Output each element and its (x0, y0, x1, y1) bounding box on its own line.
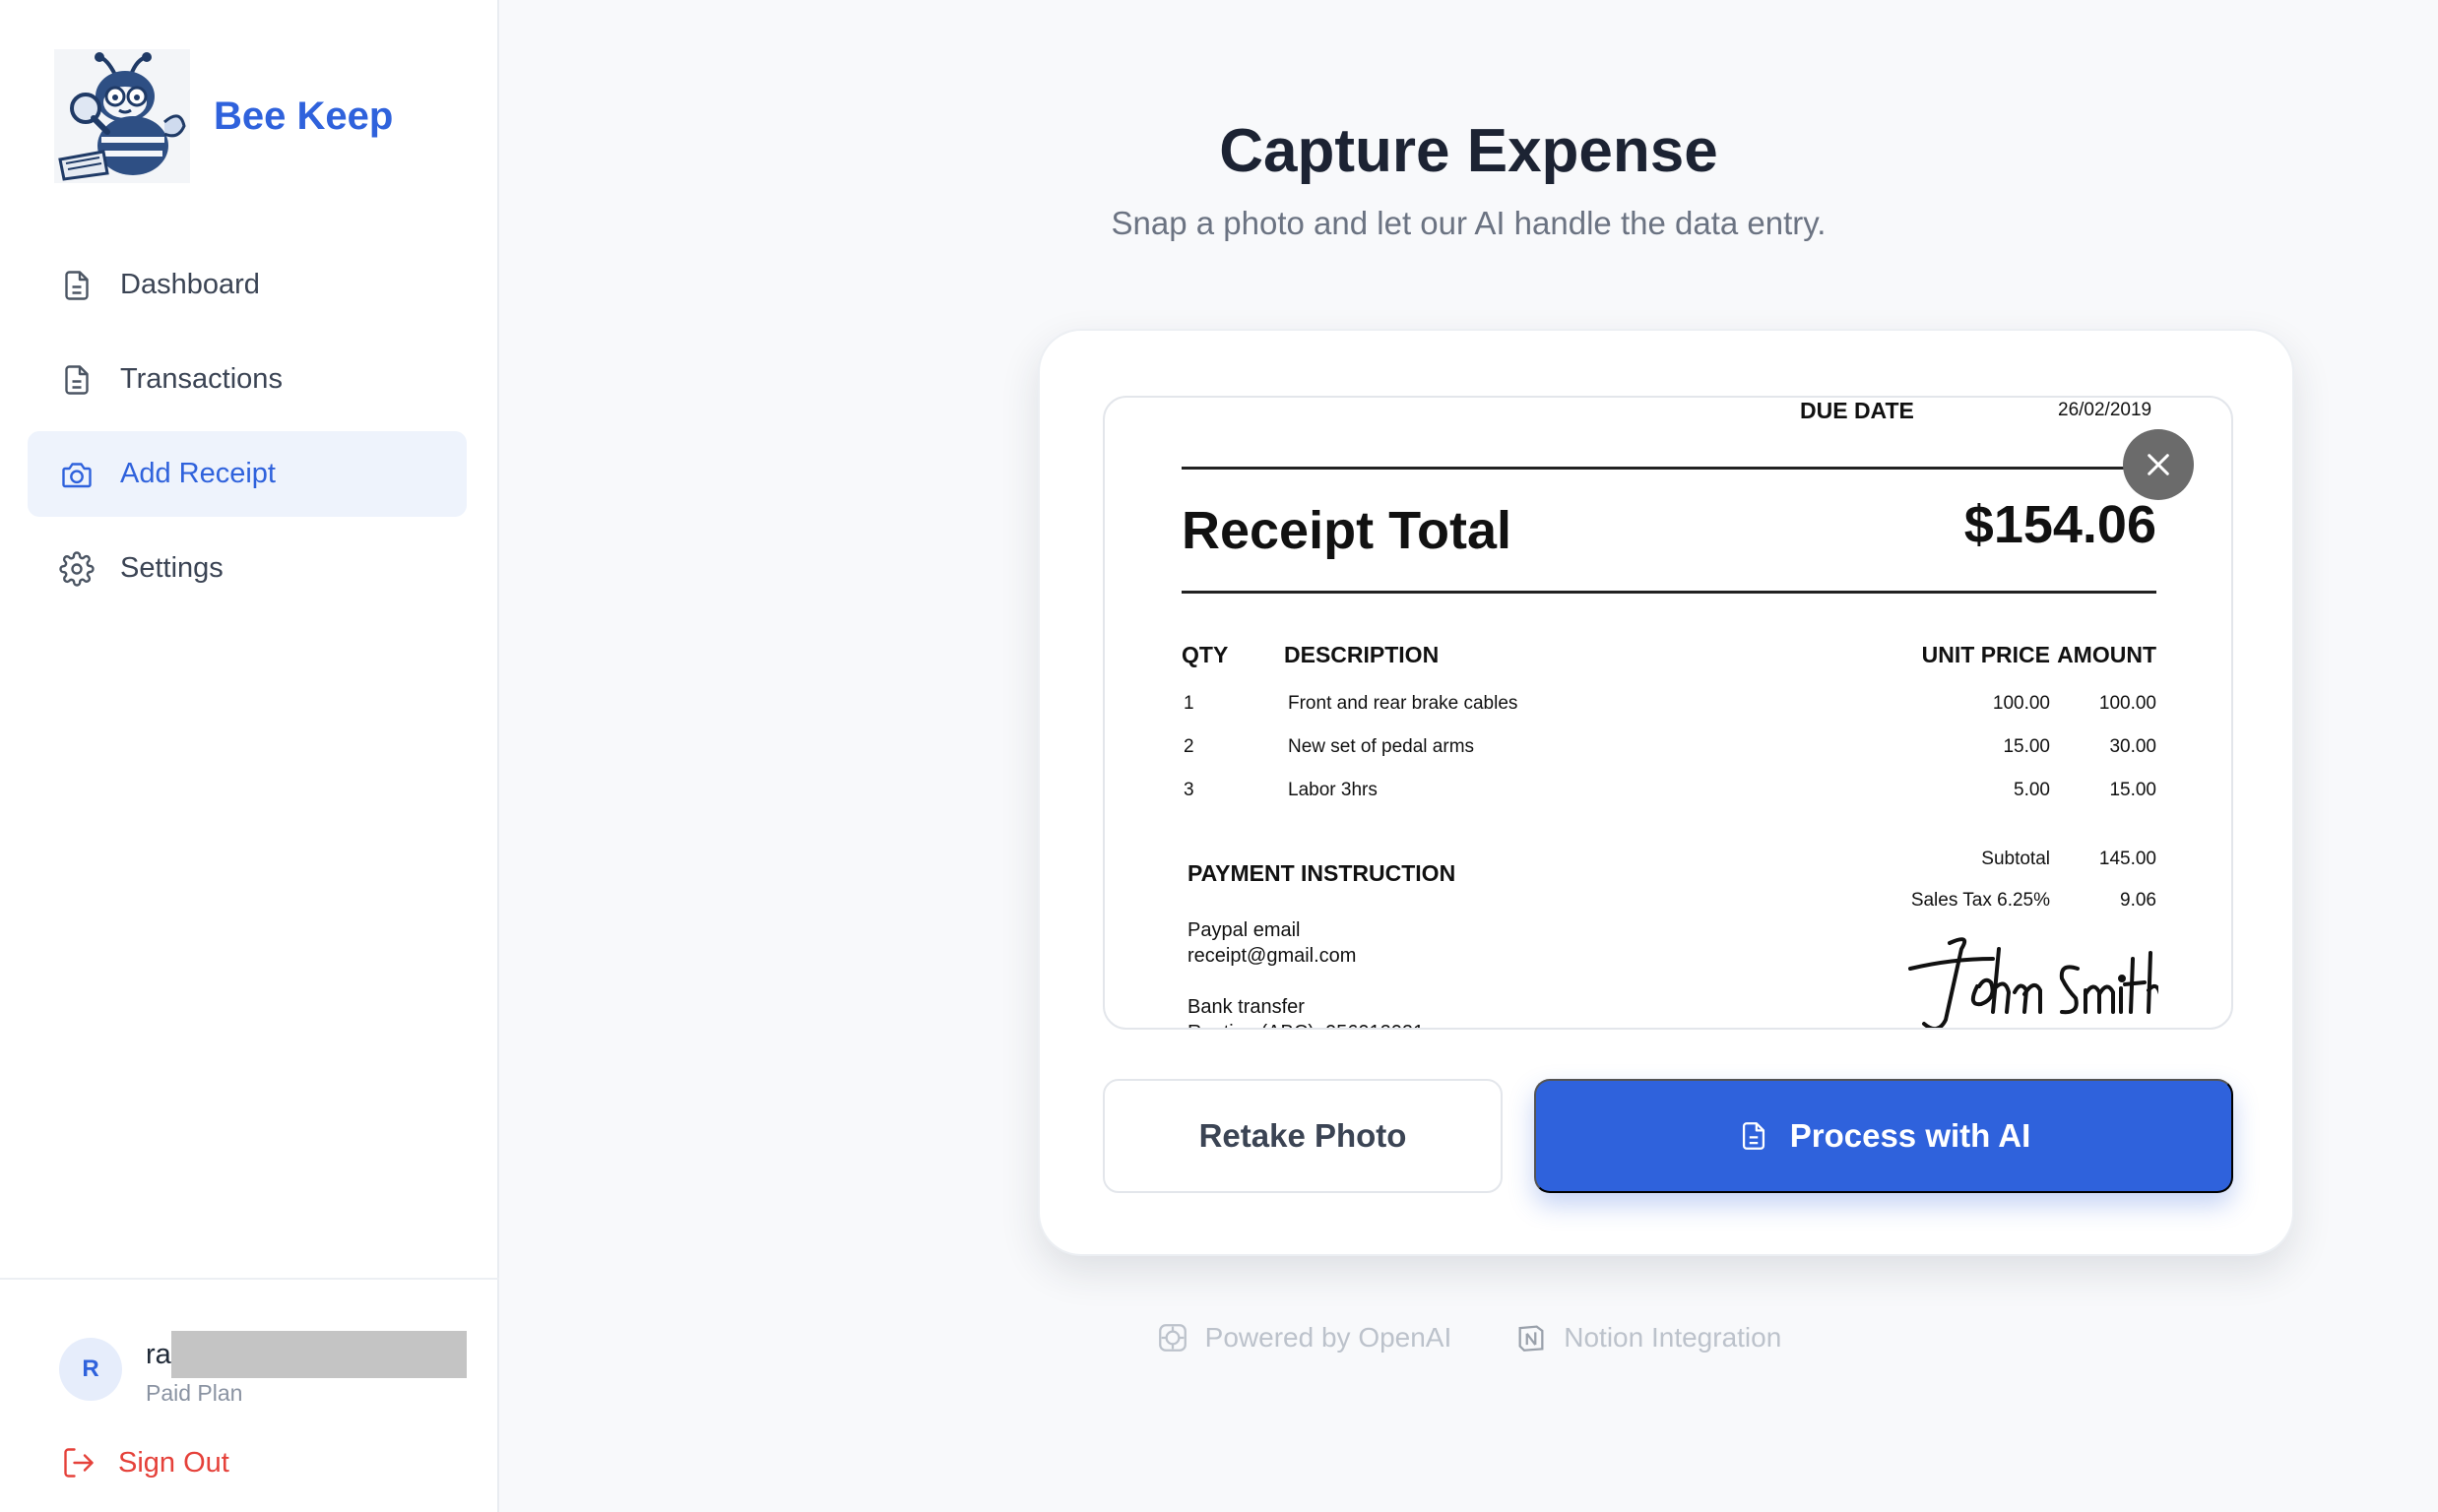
notion-icon (1518, 1325, 1544, 1352)
user-info: ra Paid Plan (146, 1331, 467, 1407)
receipt-row-description: New set of pedal arms (1288, 736, 1475, 757)
signature-image (1908, 937, 2158, 1028)
sidebar-nav: Dashboard Transactions Add Receipt Setti… (28, 242, 467, 620)
user-profile[interactable]: R ra Paid Plan (59, 1331, 467, 1407)
sidebar: Bee Keep Dashboard Transactions Add Rece… (0, 0, 499, 1512)
badge-label: Powered by OpenAI (1204, 1322, 1452, 1353)
camera-icon (59, 457, 95, 492)
receipt-divider (1182, 591, 2156, 594)
receipt-divider (1182, 467, 2156, 470)
receipt-payment-title: PAYMENT INSTRUCTION (1187, 860, 1456, 886)
avatar: R (59, 1337, 122, 1401)
receipt-total-label: Receipt Total (1182, 501, 1512, 560)
receipt-row-description: Labor 3hrs (1288, 780, 1378, 800)
receipt-total-value: $154.06 (1963, 495, 2156, 554)
sign-out-label: Sign Out (118, 1446, 229, 1479)
receipt-header-description: DESCRIPTION (1284, 642, 1440, 667)
page-title: Capture Expense (1219, 117, 1718, 185)
sidebar-item-transactions[interactable]: Transactions (28, 337, 467, 422)
receipt-row-qty: 2 (1184, 736, 1194, 757)
retake-photo-button[interactable]: Retake Photo (1103, 1079, 1503, 1193)
sidebar-item-add-receipt[interactable]: Add Receipt (28, 431, 467, 517)
receipt-header-amount: AMOUNT (2057, 642, 2156, 667)
process-label: Process with AI (1789, 1117, 2031, 1154)
sidebar-item-dashboard[interactable]: Dashboard (28, 242, 467, 328)
remove-photo-button[interactable] (2123, 429, 2194, 500)
document-icon (1742, 1122, 1764, 1150)
openai-icon (1158, 1324, 1187, 1352)
receipt-paypal-label: Paypal email (1187, 919, 1301, 941)
brand-name: Bee Keep (214, 94, 394, 138)
receipt-bank-detail: Routing (ABC): 056012021 (1187, 1022, 1424, 1028)
user-plan: Paid Plan (146, 1380, 243, 1406)
sidebar-item-label: Add Receipt (120, 458, 276, 489)
sidebar-item-label: Dashboard (120, 269, 260, 300)
sidebar-item-label: Transactions (120, 363, 283, 395)
sign-out-icon (64, 1448, 94, 1478)
receipt-row-amount: 30.00 (2109, 736, 2156, 757)
receipt-subtotal-value: 145.00 (2098, 849, 2156, 869)
gear-icon (59, 550, 95, 587)
sidebar-item-settings[interactable]: Settings (28, 526, 467, 611)
page-subtitle: Snap a photo and let our AI handle the d… (1111, 205, 1827, 241)
brand[interactable]: Bee Keep (54, 49, 393, 183)
receipt-row-qty: 1 (1184, 693, 1194, 714)
badge-label: Notion Integration (1564, 1322, 1782, 1353)
receipt-preview: DUE DATE 26/02/2019 Receipt Total $154.0… (1103, 396, 2233, 1030)
receipt-row-qty: 3 (1184, 780, 1194, 800)
integration-badges: Powered by OpenAI Notion Integration (499, 1321, 2438, 1354)
receipt-row-amount: 100.00 (2098, 693, 2156, 714)
document-icon (59, 362, 95, 398)
receipt-tax-value: 9.06 (2120, 890, 2156, 911)
sidebar-footer: R ra Paid Plan Sign Out (0, 1278, 499, 1512)
redacted-block (170, 1331, 467, 1378)
process-with-ai-button[interactable]: Process with AI (1534, 1079, 2233, 1193)
sidebar-item-label: Settings (120, 552, 224, 584)
receipt-row-amount: 15.00 (2109, 780, 2156, 800)
bee-logo-icon (54, 49, 190, 183)
receipt-paypal-email: receipt@gmail.com (1187, 945, 1357, 967)
close-icon (2148, 454, 2169, 475)
receipt-bank-label: Bank transfer (1187, 996, 1305, 1018)
receipt-due-label: DUE DATE (1800, 398, 1914, 423)
sign-out-button[interactable]: Sign Out (61, 1445, 229, 1480)
user-name-row: ra (146, 1331, 467, 1378)
badge-notion: Notion Integration (1514, 1321, 1781, 1354)
receipt-row-description: Front and rear brake cables (1288, 693, 1518, 714)
document-icon (59, 268, 95, 303)
receipt-header-qty: QTY (1182, 642, 1229, 667)
badge-openai: Powered by OpenAI (1156, 1321, 1452, 1354)
capture-card: DUE DATE 26/02/2019 Receipt Total $154.0… (1038, 329, 2294, 1256)
user-name: ra (146, 1338, 171, 1370)
receipt-due-value: 26/02/2019 (2058, 400, 2152, 420)
